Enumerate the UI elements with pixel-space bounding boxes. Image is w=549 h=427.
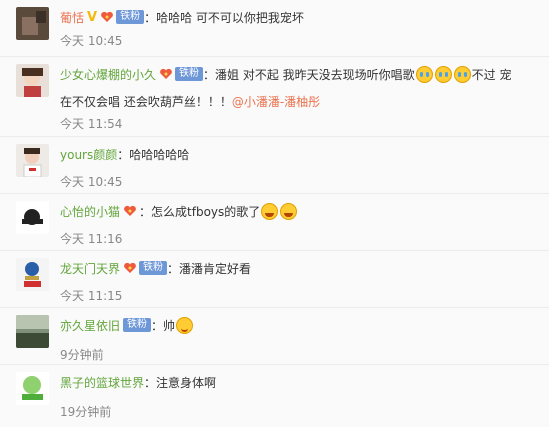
avatar[interactable] <box>16 258 49 291</box>
fan-badge-label: 铁粉 <box>139 261 168 275</box>
comment-text: ：潘姐 对不起 我昨天没去现场听你唱歌 <box>203 67 415 82</box>
comment-time: 今天 11:54 <box>60 117 123 131</box>
mention-link[interactable]: @小潘潘-潘柚彤 <box>232 95 320 109</box>
laugh-cry-emoji-icon <box>261 202 279 220</box>
username-link[interactable]: 黑子的篮球世界 <box>60 374 144 391</box>
username-link[interactable]: yours颜颜 <box>60 146 117 163</box>
avatar[interactable] <box>16 201 49 234</box>
comment-item: 少女心爆棚的小久 铁粉 ：潘姐 对不起 我昨天没去现场听你唱歌 不过 宠 在不仅… <box>0 57 549 137</box>
comment-item: 黑子的篮球世界 ：注意身体啊 19分钟前 <box>0 365 549 427</box>
comment-text: ：哈哈哈 可不可以你把我宠坏 <box>144 10 304 25</box>
avatar[interactable] <box>16 315 49 348</box>
username-link[interactable]: 葡恬 <box>60 9 84 26</box>
comment-text: ：潘潘肯定好看 <box>167 261 252 276</box>
comment-time: 19分钟前 <box>60 405 112 419</box>
fan-badge-label: 铁粉 <box>116 10 145 24</box>
comment-text: ：帅 <box>151 318 176 333</box>
comment-item: 心怡的小猫 ：怎么成tfboys的歌了 今天 11:16 <box>0 194 549 251</box>
fan-badge[interactable]: 铁粉 <box>159 67 204 81</box>
comment-time: 今天 10:45 <box>60 175 123 189</box>
smile-emoji-icon <box>176 316 194 334</box>
username-link[interactable]: 龙天门天界 <box>60 260 120 277</box>
username-link[interactable]: 心怡的小猫 <box>60 203 120 220</box>
fan-badge[interactable]: 铁粉 <box>100 10 145 24</box>
comment-text: ：怎么成tfboys的歌了 <box>139 204 261 219</box>
avatar[interactable] <box>16 64 49 97</box>
cry-emoji-icon <box>415 65 433 83</box>
fan-badge[interactable] <box>123 205 139 217</box>
avatar[interactable] <box>16 7 49 40</box>
avatar[interactable] <box>16 144 49 177</box>
avatar[interactable] <box>16 372 49 405</box>
laugh-cry-emoji-icon <box>280 202 298 220</box>
fan-heart-icon <box>123 262 137 274</box>
comment-time: 今天 11:16 <box>60 232 123 246</box>
comment-list: 葡恬 V 铁粉 ：哈哈哈 可不可以你把我宠坏 今天 10:45 少女心爆棚的小久… <box>0 0 549 427</box>
comment-item: yours颜颜 ：哈哈哈哈哈 今天 10:45 <box>0 137 549 194</box>
username-link[interactable]: 亦久星依旧 <box>60 317 120 334</box>
comment-text-line2: 在不仅会唱 还会吹葫芦丝！！！ <box>60 95 232 109</box>
comment-item: 龙天门天界 铁粉 ：潘潘肯定好看 今天 11:15 <box>0 251 549 308</box>
comment-item: 葡恬 V 铁粉 ：哈哈哈 可不可以你把我宠坏 今天 10:45 <box>0 0 549 57</box>
comment-time: 今天 11:15 <box>60 289 123 303</box>
fan-heart-icon <box>123 205 137 217</box>
comment-time: 今天 10:45 <box>60 34 123 48</box>
fan-badge-label: 铁粉 <box>175 67 204 81</box>
comment-text: ：注意身体啊 <box>144 375 217 390</box>
comment-item: 亦久星依旧 铁粉 ：帅 9分钟前 <box>0 308 549 365</box>
comment-time: 9分钟前 <box>60 348 104 362</box>
fan-badge[interactable]: 铁粉 <box>123 318 152 332</box>
verified-v-icon: V <box>87 9 98 25</box>
fan-heart-icon <box>159 68 173 80</box>
username-link[interactable]: 少女心爆棚的小久 <box>60 66 156 83</box>
comment-text-continued: 不过 宠 <box>471 67 512 82</box>
fan-badge[interactable]: 铁粉 <box>123 261 168 275</box>
fan-badge-label: 铁粉 <box>123 318 152 332</box>
comment-text: ：哈哈哈哈哈 <box>117 147 190 162</box>
cry-emoji-icon <box>453 65 471 83</box>
cry-emoji-icon <box>434 65 452 83</box>
fan-heart-icon <box>100 11 114 23</box>
